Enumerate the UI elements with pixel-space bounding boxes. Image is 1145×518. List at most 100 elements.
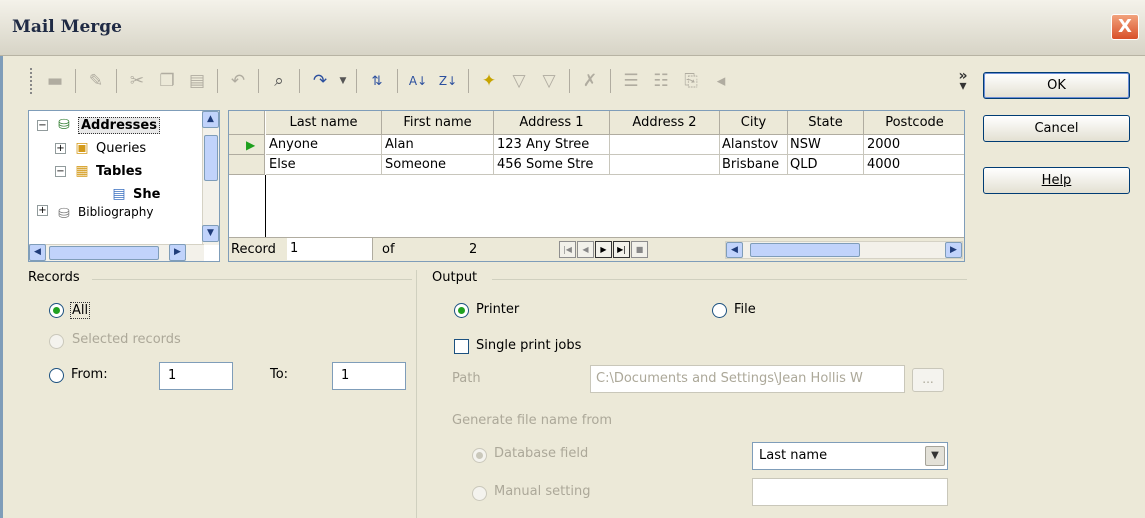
redo-icon[interactable]: ↷ xyxy=(308,69,332,93)
database-field-label[interactable]: Database field xyxy=(494,446,588,461)
data-to-fields-icon[interactable]: ☷ xyxy=(649,69,673,93)
cancel-button[interactable]: Cancel xyxy=(983,115,1130,142)
remove-filter-icon[interactable]: ✗ xyxy=(578,69,602,93)
column-header[interactable]: Address 1 xyxy=(494,111,610,135)
table-cell[interactable]: 456 Some Stre xyxy=(494,155,610,175)
data-source-tree[interactable]: − ⛁ Addresses + ▣ Queries − ▦ Tables ▤ S… xyxy=(28,110,220,262)
manual-setting-radio[interactable] xyxy=(472,486,487,501)
row-header[interactable]: ▶ xyxy=(229,135,265,155)
expand-icon[interactable]: + xyxy=(37,205,48,216)
next-record-icon[interactable]: ▶ xyxy=(595,241,612,258)
column-header[interactable]: State xyxy=(788,111,864,135)
column-header[interactable]: Last name xyxy=(266,111,382,135)
scroll-down-icon[interactable]: ▼ xyxy=(202,225,219,242)
sort-z-a-icon[interactable]: Z↓ xyxy=(436,69,460,93)
records-all-label[interactable]: All xyxy=(70,302,91,319)
column-header[interactable]: First name xyxy=(382,111,494,135)
last-record-icon[interactable]: ▶| xyxy=(613,241,630,258)
new-record-icon[interactable]: ■ xyxy=(631,241,648,258)
table-cell[interactable]: QLD xyxy=(788,155,864,175)
table-cell[interactable]: Someone xyxy=(382,155,494,175)
records-selected-radio[interactable] xyxy=(49,334,64,349)
column-header[interactable]: City xyxy=(720,111,788,135)
sort-a-z-icon[interactable]: A↓ xyxy=(406,69,430,93)
tree-horizontal-scrollbar[interactable]: ◀ ▶ xyxy=(29,244,204,261)
table-cell[interactable]: Alan xyxy=(382,135,494,155)
sort-ascending-icon[interactable]: ⇅ xyxy=(365,69,389,93)
undo-icon[interactable]: ↶ xyxy=(226,69,250,93)
scroll-thumb[interactable] xyxy=(204,135,218,181)
toolbar-grip[interactable] xyxy=(30,68,32,94)
path-input[interactable]: C:\Documents and Settings\Jean Hollis W xyxy=(590,365,905,393)
tree-vertical-scrollbar[interactable]: ▲ ▼ xyxy=(202,111,219,245)
tree-item-tables[interactable]: − ▦ Tables xyxy=(55,160,142,182)
records-from-input[interactable]: 1 xyxy=(159,362,233,390)
filter-icon[interactable]: ▽ xyxy=(507,69,531,93)
standard-filter-icon[interactable]: ▽ xyxy=(537,69,561,93)
collapse-icon[interactable]: − xyxy=(55,165,66,177)
browse-button[interactable]: ... xyxy=(912,368,944,392)
records-to-input[interactable]: 1 xyxy=(332,362,406,390)
collapse-icon[interactable]: − xyxy=(37,119,48,131)
previous-record-icon[interactable]: ◀ xyxy=(577,241,594,258)
table-cell[interactable] xyxy=(610,155,720,175)
records-selected-label[interactable]: Selected records xyxy=(72,332,181,347)
table-cell[interactable]: 123 Any Stree xyxy=(494,135,610,155)
scroll-right-icon[interactable]: ▶ xyxy=(169,244,186,261)
single-print-jobs-checkbox[interactable] xyxy=(454,339,469,354)
row-header[interactable] xyxy=(229,155,265,175)
chevron-down-icon[interactable]: ▼ xyxy=(338,69,348,93)
find-icon[interactable]: ⌕ xyxy=(267,69,291,93)
output-printer-radio[interactable] xyxy=(454,303,469,318)
scroll-thumb[interactable] xyxy=(750,243,860,257)
output-file-label[interactable]: File xyxy=(734,302,756,317)
table-cell[interactable]: Anyone xyxy=(266,135,382,155)
paste-icon[interactable]: ▤ xyxy=(185,69,209,93)
table-cell[interactable]: Else xyxy=(266,155,382,175)
records-from-label[interactable]: From: xyxy=(71,367,108,382)
scroll-left-icon[interactable]: ◀ xyxy=(29,244,46,261)
toolbar-overflow-button[interactable]: » ▾ xyxy=(956,69,970,93)
grid-horizontal-scrollbar[interactable]: ◀ ▶ xyxy=(725,241,963,259)
edit-icon[interactable]: ✎ xyxy=(84,69,108,93)
table-cell[interactable]: Brisbane xyxy=(720,155,788,175)
tree-item-queries[interactable]: + ▣ Queries xyxy=(55,137,146,159)
records-from-radio[interactable] xyxy=(49,368,64,383)
scroll-thumb[interactable] xyxy=(49,246,159,260)
manual-setting-label[interactable]: Manual setting xyxy=(494,484,590,499)
table-cell[interactable]: NSW xyxy=(788,135,864,155)
column-header[interactable]: Postcode xyxy=(864,111,964,135)
scroll-left-icon[interactable]: ◀ xyxy=(726,242,743,258)
column-header[interactable]: Address 2 xyxy=(610,111,720,135)
help-button[interactable]: Help xyxy=(983,167,1130,194)
ok-button[interactable]: OK xyxy=(983,72,1130,99)
tree-item-addresses[interactable]: − ⛁ Addresses xyxy=(37,114,160,136)
save-icon[interactable]: ▬ xyxy=(43,69,67,93)
single-print-jobs-label[interactable]: Single print jobs xyxy=(476,338,581,353)
manual-setting-input[interactable] xyxy=(752,478,948,506)
database-field-select[interactable]: Last name ▼ xyxy=(752,442,948,470)
close-button[interactable]: X xyxy=(1111,14,1139,40)
output-file-radio[interactable] xyxy=(712,303,727,318)
scroll-up-icon[interactable]: ▲ xyxy=(202,111,219,128)
data-grid[interactable]: Last name First name Address 1 Address 2… xyxy=(228,110,965,262)
output-printer-label[interactable]: Printer xyxy=(476,302,519,317)
table-cell[interactable] xyxy=(610,135,720,155)
expand-icon[interactable]: + xyxy=(55,142,66,154)
mail-merge-icon[interactable]: ⎘ xyxy=(679,69,703,93)
table-cell[interactable]: 4000 xyxy=(864,155,964,175)
source-icon[interactable]: ◂ xyxy=(709,69,733,93)
cut-icon[interactable]: ✂ xyxy=(125,69,149,93)
table-cell[interactable]: 2000 xyxy=(864,135,964,155)
database-field-radio[interactable] xyxy=(472,448,487,463)
scroll-right-icon[interactable]: ▶ xyxy=(945,242,962,258)
chevron-down-icon[interactable]: ▼ xyxy=(925,446,945,466)
table-cell[interactable]: Alanstov xyxy=(720,135,788,155)
record-input[interactable]: 1 xyxy=(287,238,373,260)
tree-item-sheet[interactable]: ▤ She xyxy=(109,183,160,205)
data-to-text-icon[interactable]: ☰ xyxy=(619,69,643,93)
first-record-icon[interactable]: |◀ xyxy=(559,241,576,258)
tree-item-bibliography[interactable]: + ⛁ Bibliography xyxy=(37,205,153,219)
autofilter-icon[interactable]: ✦ xyxy=(477,69,501,93)
records-all-radio[interactable] xyxy=(49,303,64,318)
